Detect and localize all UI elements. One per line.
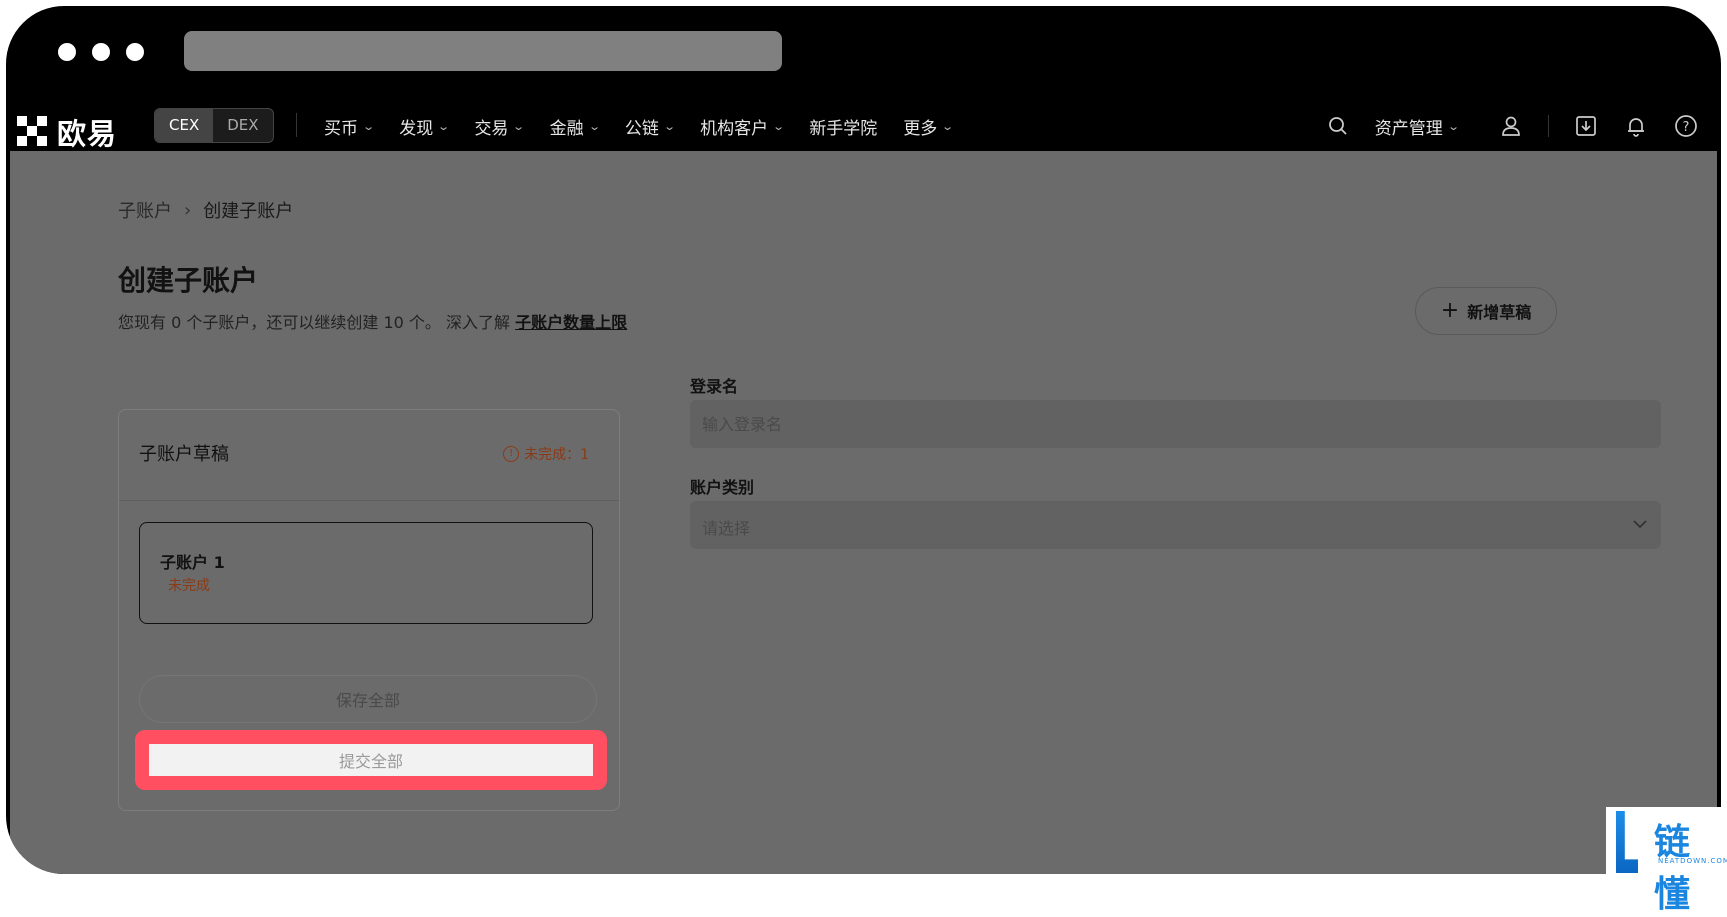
chevron-down-icon: ⌄ — [663, 119, 676, 133]
asset-management-label: 资产管理 — [1374, 118, 1443, 139]
add-draft-label: 新增草稿 — [1467, 303, 1532, 322]
nav-divider — [296, 113, 297, 137]
chevron-down-icon: ⌄ — [437, 119, 451, 133]
login-name-input[interactable] — [690, 400, 1661, 448]
window-dot-close[interactable] — [58, 43, 76, 61]
menu-institutional[interactable]: 机构客户 ⌄ — [700, 114, 786, 139]
incomplete-badge: ! 未完成：1 — [503, 444, 589, 464]
menu-academy[interactable]: 新手学院 — [809, 114, 877, 139]
account-type-label: 账户类别 — [690, 478, 755, 497]
menu-more[interactable]: 更多 ⌄ — [903, 114, 955, 139]
account-type-select[interactable]: 请选择 — [690, 501, 1661, 549]
window-controls — [58, 43, 144, 61]
asset-management-menu[interactable]: 资产管理 ⌄ — [1374, 114, 1460, 139]
search-icon[interactable] — [1325, 113, 1351, 139]
address-bar[interactable] — [184, 31, 782, 71]
subtitle-text: 您现有 0 个子账户，还可以继续创建 10 个。 深入了解 — [118, 313, 510, 332]
menu-chain[interactable]: 公链 ⌄ — [624, 114, 676, 139]
subaccount-limit-link[interactable]: 子账户数量上限 — [515, 313, 627, 332]
okx-logo[interactable]: 欧易 — [17, 111, 117, 153]
download-icon[interactable] — [1573, 113, 1599, 139]
nav-right: 资产管理 ⌄ ? — [1325, 101, 1699, 151]
add-draft-button[interactable]: + 新增草稿 — [1415, 287, 1557, 335]
menu-trade[interactable]: 交易 ⌄ — [474, 114, 526, 139]
menu-finance[interactable]: 金融 ⌄ — [549, 114, 601, 139]
menu-label: 更多 — [903, 118, 938, 139]
chevron-down-icon: ⌄ — [772, 119, 786, 133]
user-icon[interactable] — [1498, 113, 1524, 139]
chevron-down-icon: ⌄ — [587, 119, 601, 133]
menu-label: 机构客户 — [700, 118, 769, 139]
menu-label: 金融 — [549, 118, 584, 139]
menu-label: 交易 — [474, 118, 509, 139]
breadcrumb-parent[interactable]: 子账户 — [118, 197, 172, 223]
cex-dex-toggle: CEX DEX — [154, 108, 274, 143]
chevron-down-icon — [1631, 515, 1649, 537]
logo-text: 欧易 — [57, 117, 118, 151]
incomplete-count: 未完成：1 — [524, 447, 589, 463]
watermark-subtext: NEATDOWN.COM — [1658, 857, 1727, 865]
breadcrumb-current: 创建子账户 — [203, 201, 294, 222]
cex-tab[interactable]: CEX — [155, 109, 214, 142]
login-name-label: 登录名 — [690, 377, 739, 396]
login-name-field[interactable] — [690, 400, 1661, 448]
info-icon: ! — [503, 446, 520, 462]
top-nav: 欧易 CEX DEX 买币 ⌄ 发现 ⌄ 交易 ⌄ 金融 ⌄ 公链 ⌄ 机构客户 ⌄ 新手学… — [6, 101, 1721, 156]
watermark: 链懂 NEATDOWN.COM — [1606, 807, 1727, 915]
chevron-down-icon: ⌄ — [941, 119, 955, 133]
menu-label: 买币 — [324, 118, 358, 139]
window-dot-minimize[interactable] — [92, 43, 110, 61]
chevron-down-icon: ⌄ — [512, 119, 526, 133]
draft-status: 未完成 — [168, 578, 210, 594]
account-type-placeholder: 请选择 — [702, 519, 751, 538]
draft-name: 子账户 1 — [160, 553, 225, 572]
dex-tab[interactable]: DEX — [213, 109, 272, 142]
page-title: 创建子账户 — [118, 264, 259, 297]
page-subtitle: 您现有 0 个子账户，还可以继续创建 10 个。 深入了解 子账户数量上限 — [118, 309, 627, 333]
breadcrumb: 子账户 › 创建子账户 — [118, 197, 293, 223]
menu-discover[interactable]: 发现 ⌄ — [399, 114, 451, 139]
draft-item[interactable]: 子账户 1 未完成 — [139, 522, 593, 624]
okx-logo-icon — [17, 116, 49, 148]
plus-icon: + — [1440, 298, 1460, 323]
drafts-title: 子账户草稿 — [139, 444, 229, 465]
watermark-text: 链懂 — [1654, 822, 1693, 915]
window-dot-maximize[interactable] — [126, 43, 144, 61]
chevron-down-icon: ⌄ — [1446, 119, 1460, 133]
menu-label: 公链 — [624, 118, 659, 139]
chevron-down-icon: ⌄ — [362, 119, 376, 133]
menu-label: 新手学院 — [809, 118, 878, 139]
main-menu: 买币 ⌄ 发现 ⌄ 交易 ⌄ 金融 ⌄ 公链 ⌄ 机构客户 ⌄ 新手学院 更多 ⌄ — [324, 101, 955, 151]
save-all-button[interactable]: 保存全部 — [139, 675, 597, 723]
menu-label: 发现 — [399, 118, 434, 139]
svg-text:?: ? — [1683, 120, 1690, 135]
nav-divider — [1548, 115, 1549, 137]
chevron-right-icon: › — [184, 199, 192, 221]
bell-icon[interactable] — [1623, 113, 1649, 139]
help-icon[interactable]: ? — [1673, 113, 1699, 139]
watermark-logo-icon — [1616, 811, 1638, 873]
menu-buy-crypto[interactable]: 买币 ⌄ — [324, 114, 376, 139]
submit-all-button[interactable]: 提交全部 — [149, 744, 593, 776]
drafts-panel-header: 子账户草稿 ! 未完成：1 — [119, 410, 619, 501]
